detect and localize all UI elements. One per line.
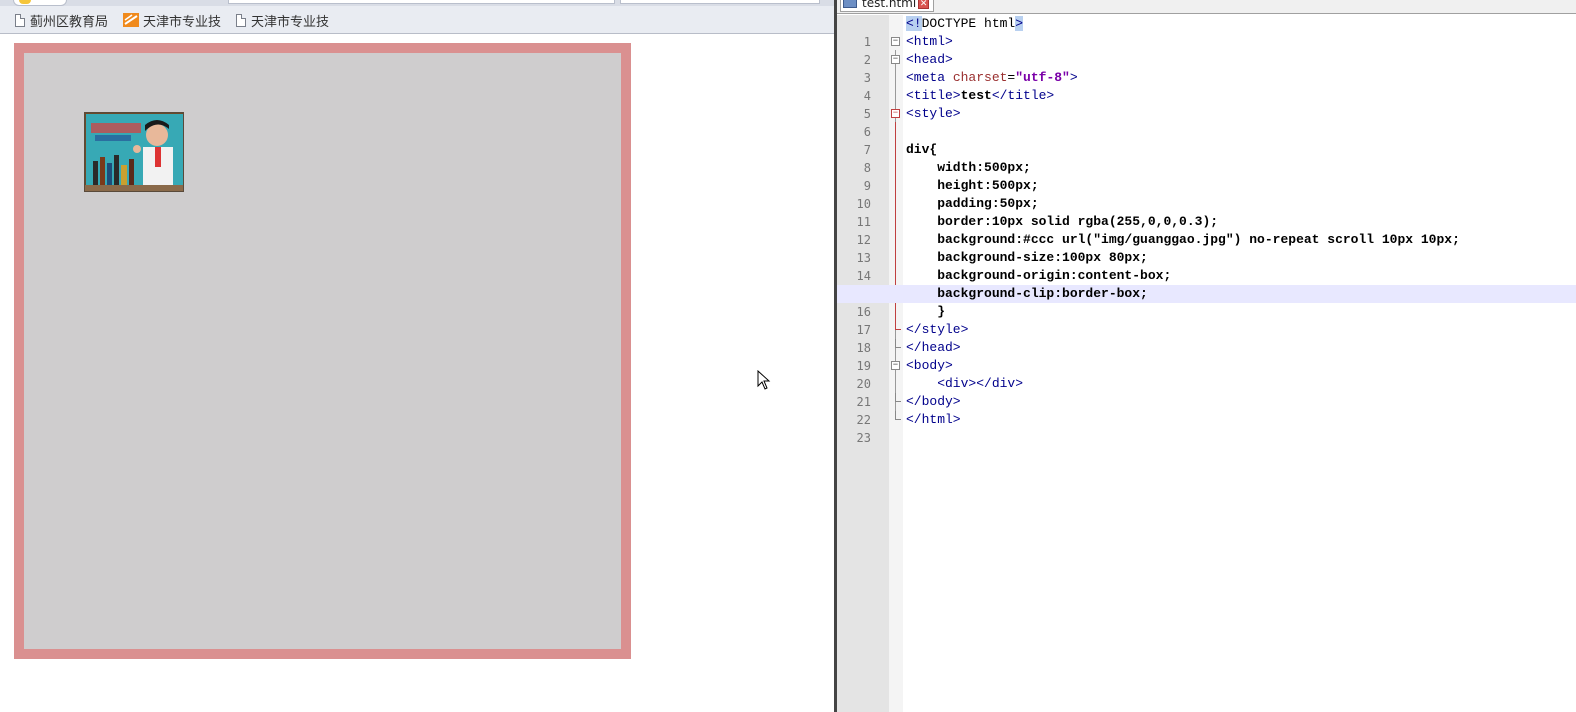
bookmark-label: 天津市专业技 xyxy=(143,14,221,30)
code-line[interactable]: 23 </html> xyxy=(837,411,1576,445)
browser-window: 蓟州区教育局 天津市专业技 天津市专业技 xyxy=(0,0,834,712)
code-line[interactable]: 17 } xyxy=(837,303,1576,337)
code-line[interactable]: 19 </head> xyxy=(837,339,1576,373)
code-line[interactable]: 4 <meta charset="utf-8"> xyxy=(837,69,1576,103)
address-bar[interactable] xyxy=(228,0,615,4)
file-tab-label: test.html xyxy=(862,0,917,10)
bookmark-label: 天津市专业技 xyxy=(251,14,330,30)
fold-toggle-icon[interactable]: − xyxy=(891,361,900,370)
html-file-icon xyxy=(843,0,857,8)
code-line[interactable]: 11 padding:50px; xyxy=(837,195,1576,229)
code-line[interactable]: 10 height:500px; xyxy=(837,177,1576,211)
code-line[interactable]: 22 </body> xyxy=(837,393,1576,427)
bookmark-item[interactable]: 蓟州区教育局 xyxy=(15,11,111,29)
bookmark-label: 蓟州区教育局 xyxy=(30,14,109,30)
line-number: 23 xyxy=(856,431,871,445)
bookmark-item[interactable]: 天津市专业技 xyxy=(236,11,330,29)
close-icon[interactable]: ✕ xyxy=(918,0,930,9)
code-line[interactable]: 2 − <html> xyxy=(837,33,1576,67)
editor-tab-bar: test.html ✕ xyxy=(837,0,1576,14)
code-line[interactable]: 7 xyxy=(837,123,1576,157)
code-line[interactable]: 12 border:10px solid rgba(255,0,0,0.3); xyxy=(837,213,1576,247)
code-line[interactable]: 8 div{ xyxy=(837,141,1576,175)
code-line[interactable]: 20 − <body> xyxy=(837,357,1576,391)
search-bar[interactable] xyxy=(620,0,820,4)
tianjin-logo-icon xyxy=(123,13,139,27)
bookmark-item[interactable]: 天津市专业技 xyxy=(123,11,221,29)
code-line[interactable]: 5 <title>test</title> xyxy=(837,87,1576,121)
bookmarks-bar: 蓟州区教育局 天津市专业技 天津市专业技 xyxy=(0,6,834,34)
code-line[interactable]: 9 width:500px; xyxy=(837,159,1576,193)
code-line[interactable]: 13 background:#ccc url("img/guanggao.jpg… xyxy=(837,231,1576,265)
code-line[interactable]: 15 background-origin:content-box; xyxy=(837,267,1576,301)
fold-toggle-icon[interactable]: − xyxy=(891,55,900,64)
code-line[interactable]: 1 <!DOCTYPE html> xyxy=(837,15,1576,49)
demo-div-box xyxy=(14,43,631,659)
code-line[interactable]: 3 − <head> xyxy=(837,51,1576,85)
file-tab[interactable]: test.html ✕ xyxy=(840,0,935,12)
code-line[interactable]: 6 − <style> xyxy=(837,105,1576,139)
fold-toggle-icon[interactable]: − xyxy=(891,37,900,46)
code-line[interactable]: 18 </style> xyxy=(837,321,1576,355)
code-line-current[interactable]: 16 background-clip:border-box; xyxy=(837,285,1576,319)
guanggao-background-image xyxy=(84,112,184,192)
mouse-cursor-icon xyxy=(757,370,771,390)
code-line[interactable]: 21 <div></div> xyxy=(837,375,1576,409)
page-icon xyxy=(236,13,246,27)
fold-toggle-icon[interactable]: − xyxy=(891,109,900,118)
code-line[interactable]: 14 background-size:100px 80px; xyxy=(837,249,1576,283)
page-icon xyxy=(15,13,25,27)
code-editor: test.html ✕ 1 <!DOCTYPE html> 2 − <html>… xyxy=(834,0,1576,712)
